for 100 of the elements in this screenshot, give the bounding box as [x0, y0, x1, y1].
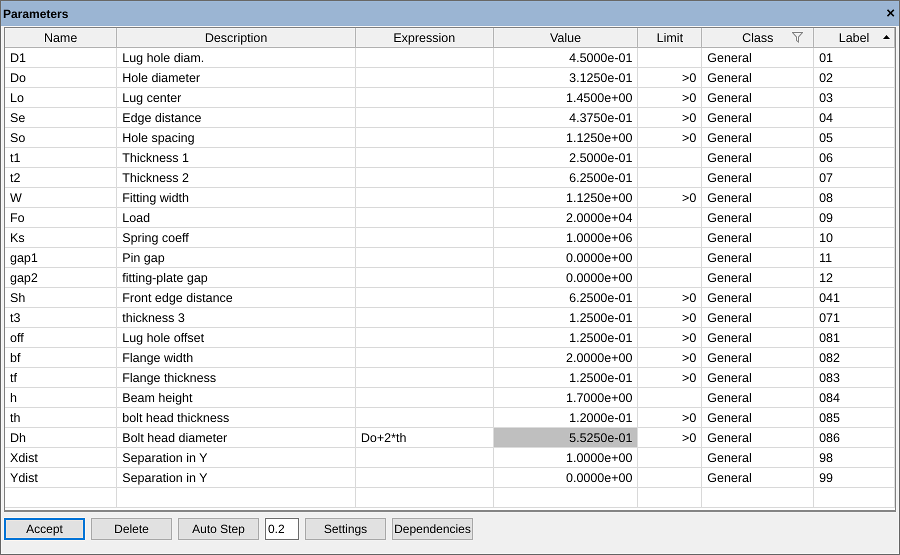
table-cell[interactable] — [355, 408, 494, 428]
table-cell[interactable]: 1.2500e-01 — [493, 328, 638, 348]
table-cell[interactable]: Thickness 2 — [116, 168, 356, 188]
table-cell[interactable]: Lug hole offset — [116, 328, 356, 348]
toolbar-button[interactable]: Dependencies — [392, 518, 473, 540]
table-cell[interactable]: Sh — [5, 288, 117, 308]
table-cell[interactable]: >0 — [638, 108, 702, 128]
table-cell[interactable]: >0 — [638, 188, 702, 208]
table-cell[interactable]: Beam height — [116, 388, 356, 408]
table-cell[interactable]: 081 — [814, 328, 894, 348]
table-cell[interactable] — [638, 148, 702, 168]
table-cell[interactable]: Lug center — [116, 88, 356, 108]
table-cell[interactable]: bolt head thickness — [116, 408, 356, 428]
table-cell[interactable]: >0 — [638, 408, 702, 428]
table-cell[interactable]: General — [702, 88, 814, 108]
table-cell[interactable]: Dh — [5, 428, 117, 448]
table-cell[interactable]: >0 — [638, 368, 702, 388]
table-cell[interactable]: fitting-plate gap — [116, 268, 356, 288]
table-cell[interactable] — [355, 368, 494, 388]
table-cell[interactable]: Separation in Y — [116, 468, 356, 488]
table-cell[interactable]: General — [702, 288, 814, 308]
table-cell[interactable]: 2.5000e-01 — [493, 148, 638, 168]
table-cell[interactable]: 6.2500e-01 — [493, 288, 638, 308]
table-cell[interactable]: Spring coeff — [116, 228, 356, 248]
table-cell[interactable]: Ks — [5, 228, 117, 248]
table-cell[interactable]: 2.0000e+04 — [493, 208, 638, 228]
table-cell[interactable] — [355, 308, 494, 328]
table-cell[interactable] — [355, 268, 494, 288]
table-cell[interactable] — [355, 208, 494, 228]
table-cell[interactable]: Do — [5, 68, 117, 88]
table-cell[interactable] — [638, 388, 702, 408]
table-cell[interactable] — [355, 128, 494, 148]
table-cell[interactable]: General — [702, 228, 814, 248]
table-cell[interactable]: 08 — [814, 188, 894, 208]
table-cell[interactable]: Pin gap — [116, 248, 356, 268]
table-cell[interactable]: 04 — [814, 108, 894, 128]
table-cell[interactable]: 12 — [814, 268, 894, 288]
table-cell[interactable]: >0 — [638, 428, 702, 448]
table-cell[interactable]: 01 — [814, 48, 894, 68]
table-cell[interactable]: General — [702, 428, 814, 448]
table-cell[interactable]: 082 — [814, 348, 894, 368]
table-cell[interactable]: th — [5, 408, 117, 428]
table-cell[interactable]: 98 — [814, 448, 894, 468]
table-cell[interactable]: Do+2*th — [355, 428, 494, 448]
table-cell[interactable]: 1.1250e+00 — [493, 128, 638, 148]
toolbar-button[interactable]: Auto Step — [178, 518, 259, 540]
table-cell[interactable]: Separation in Y — [116, 448, 356, 468]
table-cell[interactable]: 4.5000e-01 — [493, 48, 638, 68]
table-cell[interactable] — [355, 348, 494, 368]
table-cell[interactable]: 0.0000e+00 — [493, 248, 638, 268]
table-cell[interactable]: 10 — [814, 228, 894, 248]
table-cell[interactable]: gap1 — [5, 248, 117, 268]
table-cell[interactable]: 99 — [814, 468, 894, 488]
table-cell[interactable]: >0 — [638, 348, 702, 368]
table-cell[interactable]: 06 — [814, 148, 894, 168]
table-cell[interactable] — [638, 208, 702, 228]
table-cell[interactable] — [638, 168, 702, 188]
table-cell[interactable]: General — [702, 248, 814, 268]
close-button[interactable]: × — [886, 6, 895, 21]
table-cell[interactable] — [355, 388, 494, 408]
table-cell[interactable]: General — [702, 108, 814, 128]
selected-cell[interactable]: 5.5250e-01 — [493, 428, 638, 448]
column-header[interactable]: Expression — [355, 28, 494, 48]
column-header[interactable]: Class — [702, 28, 814, 48]
table-cell[interactable] — [638, 48, 702, 68]
table-cell[interactable] — [355, 228, 494, 248]
table-cell[interactable]: General — [702, 448, 814, 468]
table-cell[interactable]: gap2 — [5, 268, 117, 288]
table-cell[interactable]: Hole spacing — [116, 128, 356, 148]
table-cell[interactable]: Fo — [5, 208, 117, 228]
toolbar-button[interactable]: Delete — [91, 518, 172, 540]
table-cell[interactable] — [355, 328, 494, 348]
table-cell[interactable]: >0 — [638, 308, 702, 328]
table-cell[interactable] — [638, 468, 702, 488]
table-cell[interactable]: t2 — [5, 168, 117, 188]
table-cell[interactable] — [638, 448, 702, 468]
table-cell[interactable]: Thickness 1 — [116, 148, 356, 168]
table-cell[interactable]: Xdist — [5, 448, 117, 468]
table-cell[interactable] — [355, 88, 494, 108]
table-cell[interactable]: >0 — [638, 328, 702, 348]
table-cell[interactable]: 2.0000e+00 — [493, 348, 638, 368]
table-cell[interactable]: Flange width — [116, 348, 356, 368]
table-cell[interactable] — [638, 248, 702, 268]
table-cell[interactable] — [355, 68, 494, 88]
table-cell[interactable]: 1.0000e+00 — [493, 448, 638, 468]
table-cell[interactable]: Flange thickness — [116, 368, 356, 388]
table-cell[interactable]: 1.0000e+06 — [493, 228, 638, 248]
table-cell[interactable]: General — [702, 388, 814, 408]
table-cell[interactable] — [638, 268, 702, 288]
table-cell[interactable]: 03 — [814, 88, 894, 108]
table-cell[interactable] — [355, 108, 494, 128]
table-cell[interactable]: General — [702, 208, 814, 228]
table-cell[interactable]: 0.0000e+00 — [493, 468, 638, 488]
table-cell[interactable] — [355, 188, 494, 208]
column-header[interactable]: Label — [814, 28, 894, 48]
table-cell[interactable]: 041 — [814, 288, 894, 308]
table-cell[interactable]: Load — [116, 208, 356, 228]
table-cell[interactable]: >0 — [638, 288, 702, 308]
table-cell[interactable]: General — [702, 408, 814, 428]
table-cell[interactable]: Fitting width — [116, 188, 356, 208]
